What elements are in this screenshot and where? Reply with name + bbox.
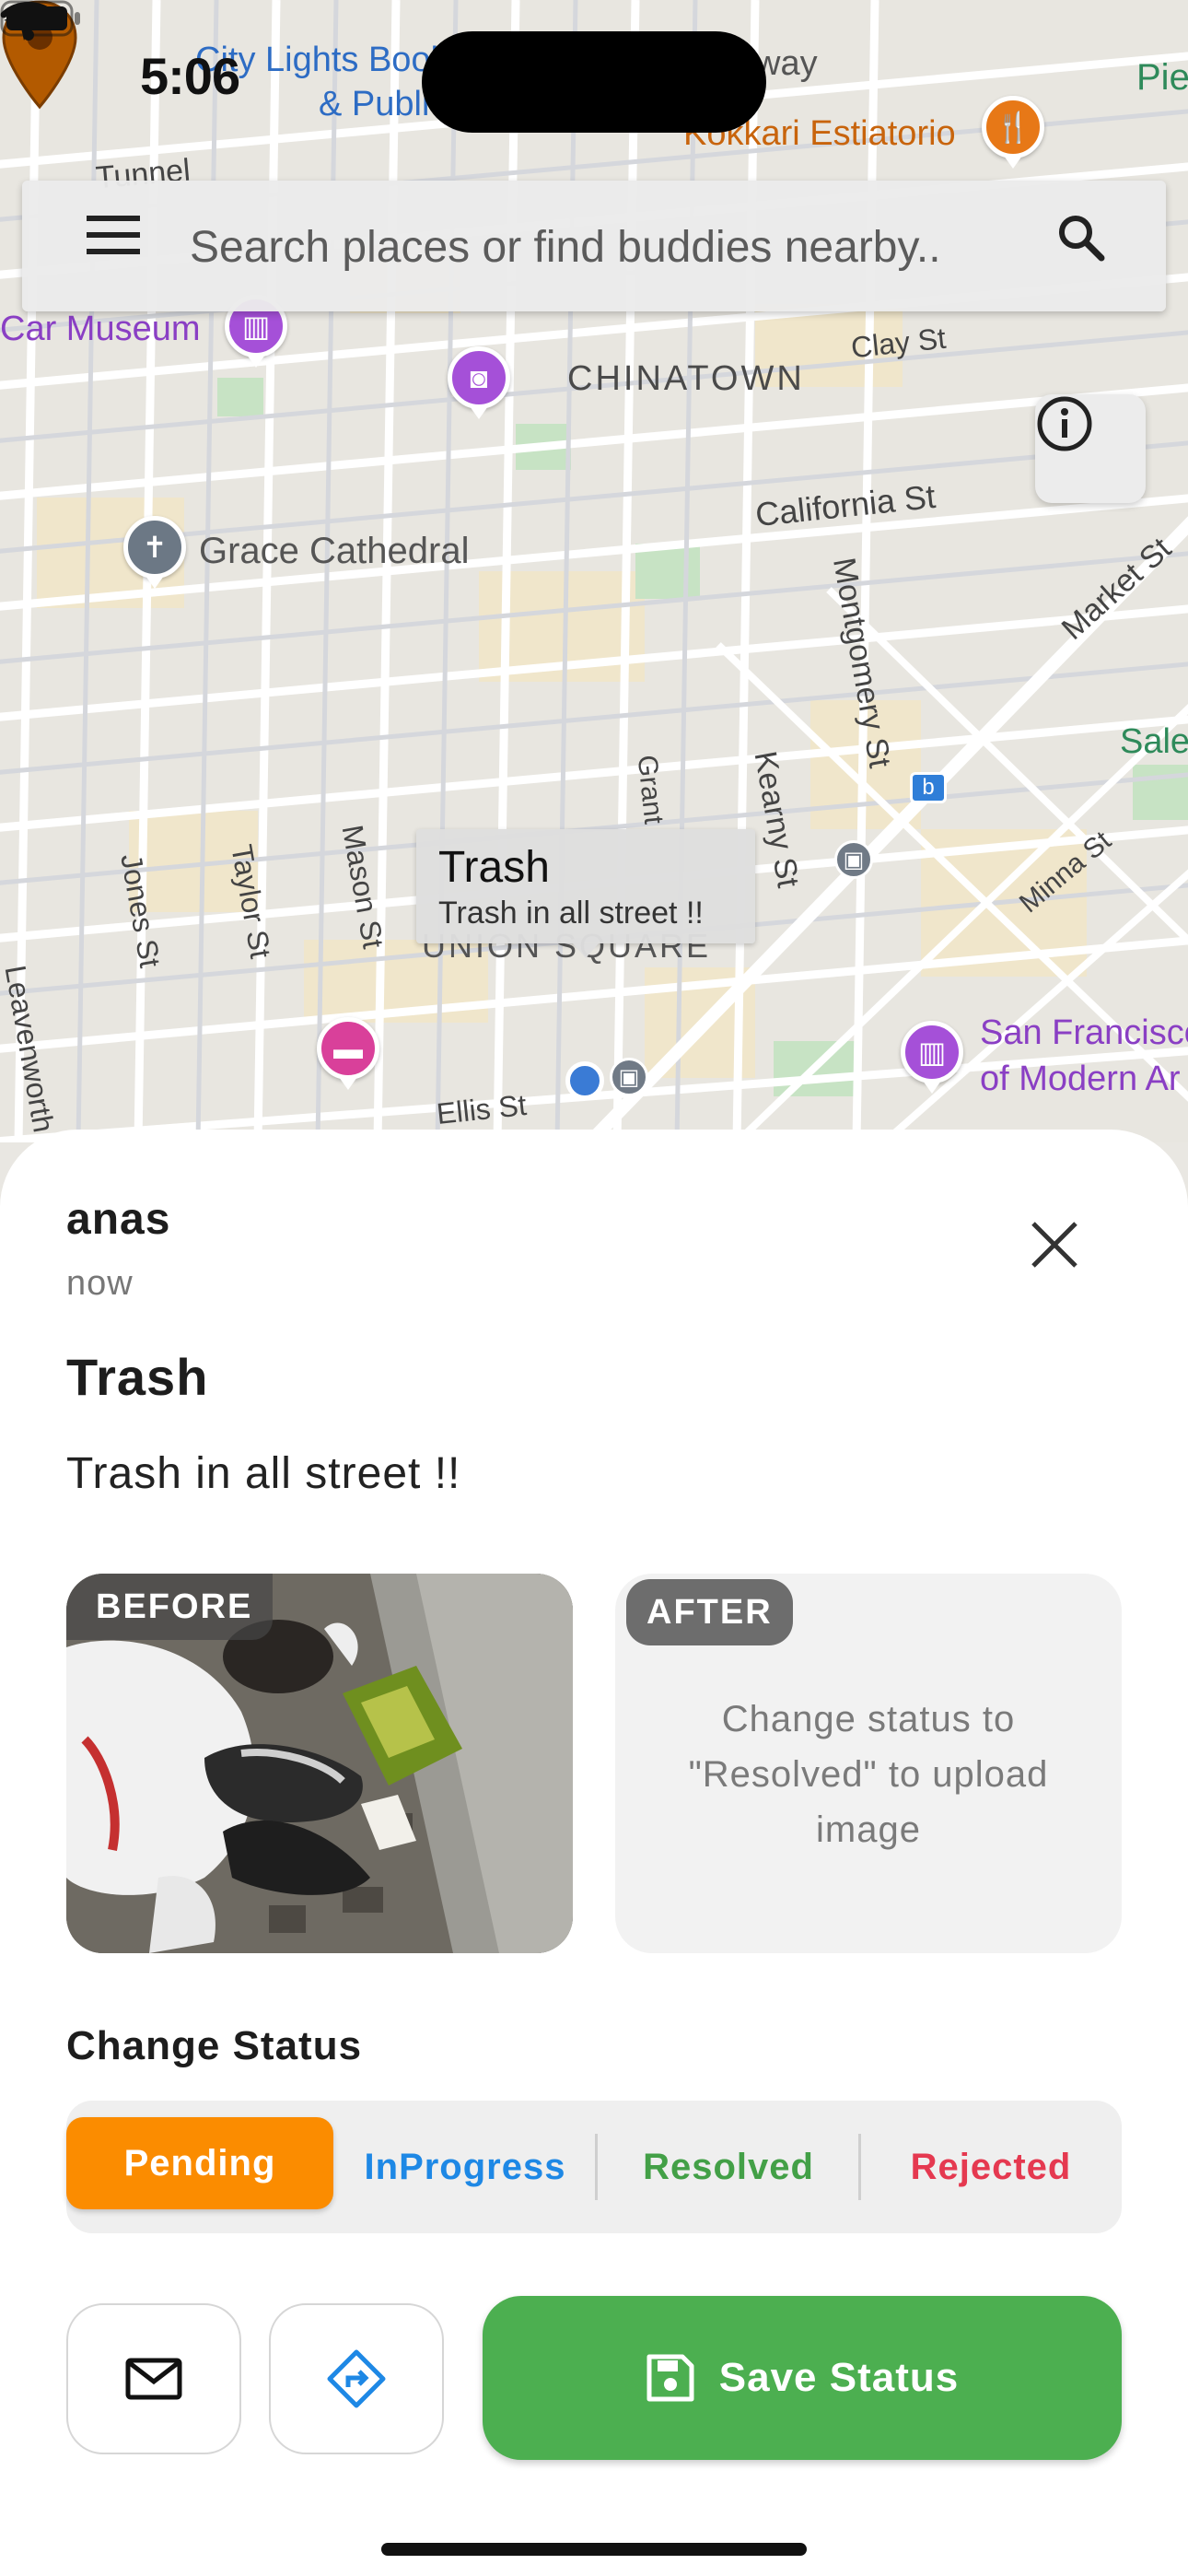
map-label-sfmoma-1: San Francisco xyxy=(980,1013,1188,1052)
marker-info-window[interactable]: Trash Trash in all street !! xyxy=(416,829,755,958)
save-status-label: Save Status xyxy=(718,2355,960,2400)
report-detail-sheet: anas now Trash Trash in all street !! BE… xyxy=(0,1130,1188,2576)
before-label: BEFORE xyxy=(66,1574,274,1640)
map-label-chinatown: CHINATOWN xyxy=(567,359,805,398)
status-pending-button[interactable]: Pending xyxy=(66,2117,333,2209)
marker-info-snippet: Trash in all street !! xyxy=(438,896,704,931)
directions-button[interactable] xyxy=(269,2303,444,2454)
status-bar: 5:06 xyxy=(0,0,1188,157)
after-label: AFTER xyxy=(626,1579,793,1645)
save-status-button[interactable]: Save Status xyxy=(483,2296,1122,2460)
map-label-grace-cathedral: Grace Cathedral xyxy=(199,531,470,571)
status-inprogress-button[interactable]: InProgress xyxy=(333,2101,597,2233)
status-rejected-button[interactable]: Rejected xyxy=(860,2101,1122,2233)
after-image-placeholder[interactable]: AFTER Change status to "Resolved" to upl… xyxy=(615,1574,1122,1953)
report-description: Trash in all street !! xyxy=(66,1449,461,1498)
search-icon xyxy=(1059,216,1105,262)
map-label-sale: Sale xyxy=(1120,722,1188,761)
sfmoma-pin-icon[interactable]: ▥ xyxy=(901,1021,963,1083)
info-icon xyxy=(1037,396,1092,451)
status-segmented-control: Pending InProgress Resolved Rejected xyxy=(66,2101,1122,2233)
report-author: anas xyxy=(66,1195,171,1244)
menu-button[interactable] xyxy=(87,216,179,276)
save-icon xyxy=(646,2354,694,2402)
contact-button[interactable] xyxy=(66,2303,241,2454)
close-icon xyxy=(1031,1222,1077,1268)
search-button[interactable] xyxy=(1055,212,1138,282)
camera-pin-icon[interactable]: ◙ xyxy=(448,346,510,409)
search-input[interactable] xyxy=(188,214,1048,280)
hotel-pin-icon[interactable]: ▬ xyxy=(317,1017,379,1080)
status-time: 5:06 xyxy=(140,47,240,105)
after-upload-hint: Change status to "Resolved" to upload im… xyxy=(688,1699,1049,1850)
close-button[interactable] xyxy=(1013,1203,1096,1286)
dynamic-island xyxy=(422,31,766,133)
battery-icon xyxy=(0,0,80,37)
church-pin-icon[interactable]: ✝ xyxy=(123,516,186,579)
bart-icon: b xyxy=(910,772,947,803)
status-resolved-button[interactable]: Resolved xyxy=(597,2101,860,2233)
transit-icon: ▣ xyxy=(610,1058,648,1096)
info-button[interactable] xyxy=(1035,394,1146,503)
before-image[interactable]: BEFORE xyxy=(66,1574,573,1953)
user-location-dot xyxy=(565,1061,604,1100)
mail-icon xyxy=(125,2358,182,2400)
report-timestamp: now xyxy=(66,1264,134,1303)
report-title: Trash xyxy=(66,1348,209,1406)
map-label-car-museum: Car Museum xyxy=(0,310,201,348)
map-view[interactable]: City Lights Book & Publi way Kokkari Est… xyxy=(0,0,1188,1142)
directions-icon xyxy=(327,2349,386,2408)
transit-icon: ▣ xyxy=(834,840,873,879)
marker-info-title: Trash xyxy=(438,843,550,892)
change-status-heading: Change Status xyxy=(66,2023,363,2068)
menu-icon xyxy=(87,216,140,254)
map-label-sfmoma-2: of Modern Ar xyxy=(980,1060,1181,1098)
home-indicator xyxy=(381,2543,807,2556)
search-bar xyxy=(22,181,1166,311)
